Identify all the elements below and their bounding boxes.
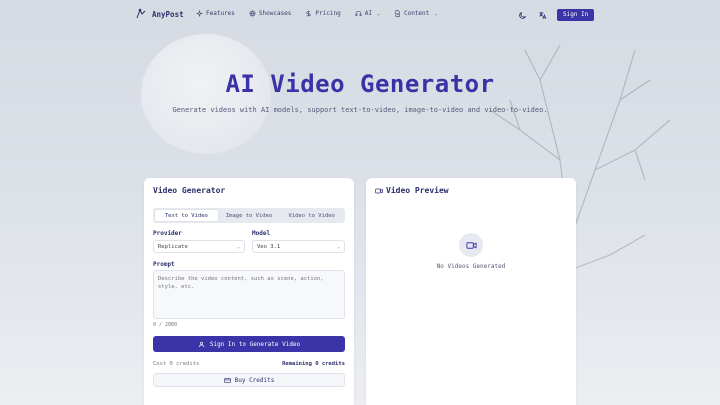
prompt-input[interactable] <box>153 270 345 319</box>
nav-link-showcases[interactable]: Showcases <box>249 10 292 17</box>
provider-value: Replicate <box>158 243 188 250</box>
top-navbar: AnyPost Features Showcases Pricing AI ⌄ … <box>0 0 720 30</box>
brand-logo[interactable]: AnyPost <box>135 8 184 20</box>
nav-link-label: Showcases <box>258 10 292 17</box>
nav-link-label: AI <box>364 10 372 17</box>
nav-link-label: Features <box>206 10 235 17</box>
video-camera-icon <box>375 188 383 193</box>
generate-button-label: Sign In to Generate Video <box>209 340 301 348</box>
model-value: Veo 3.1 <box>257 243 281 250</box>
buy-credits-button[interactable]: Buy Credits <box>153 373 345 387</box>
language-button[interactable] <box>537 10 547 20</box>
nav-actions: Sign In <box>517 9 595 21</box>
translate-icon <box>538 11 546 19</box>
cost-text: Cost 0 credits <box>153 361 200 367</box>
nav-links: Features Showcases Pricing AI ⌄ Content … <box>196 10 437 17</box>
globe-icon <box>249 10 256 17</box>
video-preview-card: Video Preview No Videos Generated <box>366 178 576 405</box>
nav-link-label: Pricing <box>315 10 341 17</box>
nav-link-label: Content <box>403 10 430 17</box>
moon-icon <box>518 11 526 19</box>
provider-label: Provider <box>153 230 182 237</box>
prompt-label: Prompt <box>153 261 175 268</box>
nav-link-content[interactable]: Content ⌄ <box>394 10 437 17</box>
generate-video-button[interactable]: Sign In to Generate Video <box>153 336 345 352</box>
user-icon <box>198 341 204 347</box>
tab-video-to-video[interactable]: Video to Video <box>280 210 343 221</box>
document-icon <box>395 10 400 17</box>
dollar-icon <box>306 10 311 17</box>
logo-icon <box>136 8 146 19</box>
chevron-down-icon: ⌄ <box>376 10 380 17</box>
empty-state-text: No Videos Generated <box>436 263 506 270</box>
page-title: AI Video Generator <box>225 70 495 98</box>
chevron-down-icon: ⌄ <box>336 243 340 250</box>
sparkle-icon <box>196 10 203 17</box>
model-label: Model <box>252 230 271 237</box>
brand-name: AnyPost <box>152 9 184 19</box>
provider-select[interactable]: Replicate ⌄ <box>153 240 245 253</box>
page-subtitle: Generate videos with AI models, support … <box>172 106 548 114</box>
credit-card-icon <box>223 377 231 383</box>
chevron-down-icon: ⌄ <box>434 10 438 17</box>
chevron-down-icon: ⌄ <box>236 243 240 250</box>
preview-title: Video Preview <box>375 186 449 195</box>
theme-toggle-button[interactable] <box>517 10 527 20</box>
mode-tabs: Text to Video Image to Video Video to Vi… <box>153 208 345 223</box>
empty-state-icon <box>459 233 483 257</box>
nav-link-pricing[interactable]: Pricing <box>305 10 341 17</box>
preview-title-text: Video Preview <box>386 186 449 195</box>
video-generator-card: Video Generator Text to Video Image to V… <box>144 178 354 405</box>
model-select[interactable]: Veo 3.1 ⌄ <box>252 240 345 253</box>
tab-image-to-video[interactable]: Image to Video <box>218 210 281 221</box>
headset-icon <box>355 10 362 17</box>
nav-link-features[interactable]: Features <box>196 10 235 17</box>
video-camera-icon <box>465 241 477 249</box>
tab-text-to-video[interactable]: Text to Video <box>155 210 218 221</box>
generator-title: Video Generator <box>153 186 226 195</box>
nav-link-ai[interactable]: AI ⌄ <box>355 10 380 17</box>
buy-credits-label: Buy Credits <box>234 376 275 384</box>
prompt-char-counter: 0 / 2000 <box>153 322 178 328</box>
remaining-credits: Remaining 0 credits <box>282 361 345 367</box>
sign-in-button[interactable]: Sign In <box>557 9 595 21</box>
